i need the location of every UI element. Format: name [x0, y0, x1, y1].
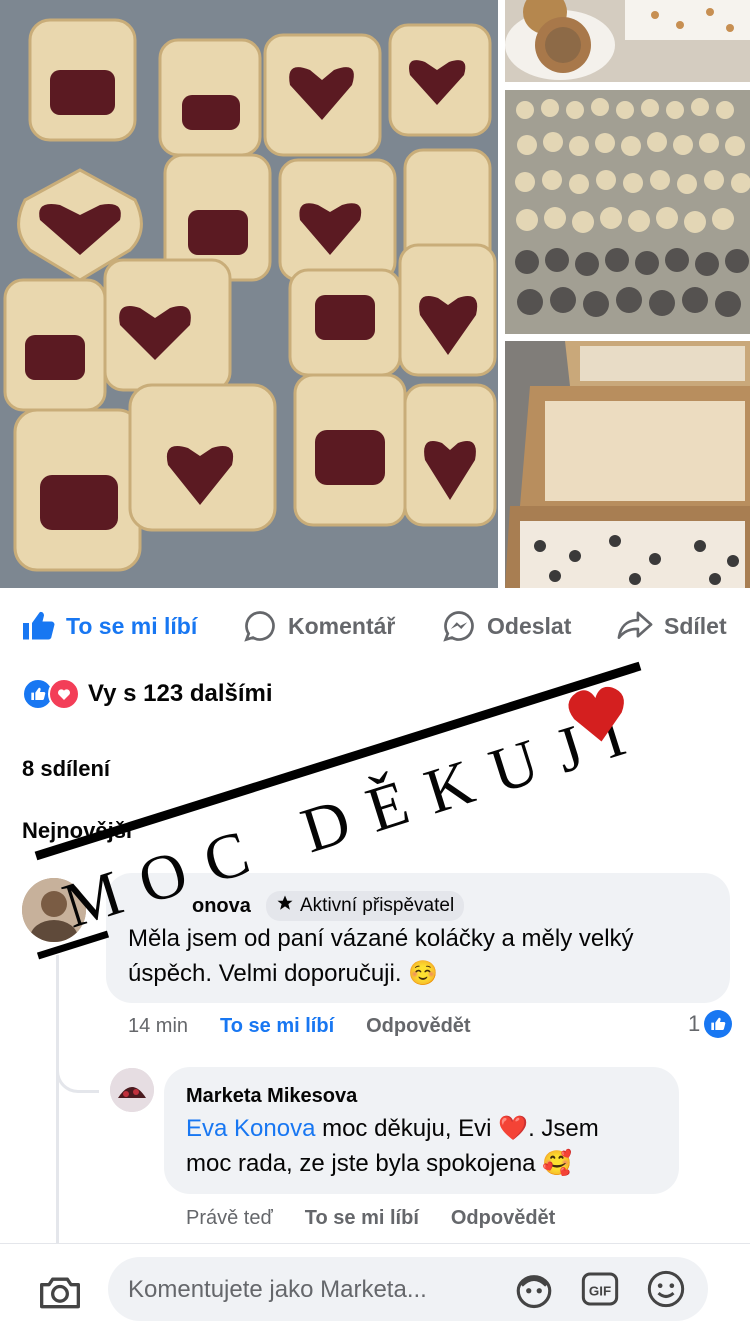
reply-text: Eva Konova moc děkuju, Evi ❤️. Jsem moc … — [186, 1111, 599, 1181]
comment-input-placeholder: Komentujete jako Marketa... — [128, 1276, 427, 1303]
like-reaction-icon — [704, 1010, 733, 1038]
tart-photo-icon — [505, 0, 750, 82]
shares-count[interactable]: 8 sdílení — [22, 756, 110, 782]
reply-reply-button[interactable]: Odpovědět — [451, 1207, 555, 1230]
reactions-summary[interactable]: Vy s 123 dalšími — [22, 678, 273, 710]
comment-reaction-count[interactable]: 1 — [688, 1010, 733, 1038]
reply-text-part-2: . Jsem — [528, 1115, 599, 1142]
comment-bubble: onova Aktivní přispěvatel Měla jsem od p… — [106, 873, 730, 1003]
comment-text-line-2-text: úspěch. Velmi doporučuji. — [128, 960, 402, 987]
like-button[interactable]: To se mi líbí — [20, 598, 197, 654]
like-button-label: To se mi líbí — [66, 612, 198, 639]
comment-text: Měla jsem od paní vázané koláčky a měly … — [128, 921, 634, 991]
thread-connector — [56, 1040, 99, 1093]
post-actions-bar: To se mi líbí Komentář Odeslat Sdílet — [0, 598, 750, 654]
svg-text:GIF: GIF — [589, 1284, 611, 1299]
reaction-icons — [22, 678, 80, 710]
reply-text-line-2-text: moc rada, ze jste byla spokojena — [186, 1150, 536, 1177]
cookie-boxes-photo[interactable] — [505, 341, 750, 588]
thumbs-up-icon — [20, 608, 56, 644]
comment-button-label: Komentář — [288, 612, 396, 639]
send-button-label: Odeslat — [487, 612, 572, 639]
mention-link[interactable]: Eva Konova — [186, 1115, 315, 1142]
red-heart-icon — [568, 686, 624, 742]
small-cakes-tray-photo-icon — [505, 90, 750, 334]
comment-time: 14 min — [128, 1015, 189, 1037]
comment-meta: 14 min To se mi líbí Odpovědět — [128, 1015, 471, 1038]
heart-emoji: ❤️ — [498, 1115, 529, 1142]
reactions-count-text: Vy s 123 dalšími — [88, 680, 273, 707]
reply-time: Právě teď — [186, 1207, 273, 1229]
smile-emoji: ☺️ — [408, 960, 439, 987]
reply-text-part: moc děkuju, Evi — [315, 1115, 499, 1142]
comment-bubble-icon — [242, 608, 278, 644]
share-button-label: Sdílet — [664, 612, 727, 639]
reply-like-button[interactable]: To se mi líbí — [305, 1207, 419, 1230]
star-icon — [276, 894, 294, 918]
comment-text-line: Měla jsem od paní vázané koláčky a měly … — [128, 925, 634, 952]
avatar-sticker-icon[interactable] — [513, 1269, 555, 1314]
avatar[interactable] — [110, 1068, 154, 1112]
reply-text-line: Eva Konova moc děkuju, Evi ❤️. Jsem — [186, 1111, 599, 1146]
emoji-icon[interactable] — [646, 1269, 686, 1314]
post-photos — [0, 0, 750, 588]
reply-author[interactable]: Marketa Mikesova — [186, 1085, 357, 1108]
main-photo[interactable] — [0, 0, 498, 588]
smiling-hearts-emoji: 🥰 — [542, 1150, 573, 1177]
comment-author[interactable]: onova — [192, 895, 251, 918]
send-button[interactable]: Odeslat — [441, 598, 571, 654]
comment-like-count: 1 — [688, 1011, 701, 1036]
small-cakes-photo[interactable] — [505, 90, 750, 334]
comment-text-line-2: úspěch. Velmi doporučuji. ☺️ — [128, 956, 634, 991]
avatar[interactable] — [22, 878, 86, 942]
share-button[interactable]: Sdílet — [616, 598, 727, 654]
share-arrow-icon — [616, 608, 654, 644]
comment-like-button[interactable]: To se mi líbí — [220, 1015, 334, 1038]
reply-meta: Právě teď To se mi líbí Odpovědět — [186, 1207, 555, 1230]
reply-text-line-2: moc rada, ze jste byla spokojena 🥰 — [186, 1146, 599, 1181]
status-badge: Aktivní přispěvatel — [266, 891, 465, 921]
comments-sort-dropdown[interactable]: Nejnovější — [22, 818, 132, 844]
comment-composer: Komentujete jako Marketa... GIF — [0, 1243, 750, 1334]
comment-reply-button[interactable]: Odpovědět — [366, 1015, 470, 1038]
comment-button[interactable]: Komentář — [242, 598, 395, 654]
reply-bubble: Marketa Mikesova Eva Konova moc děkuju, … — [164, 1067, 679, 1194]
messenger-icon — [441, 608, 477, 644]
badge-label: Aktivní přispěvatel — [300, 895, 455, 916]
boxes-of-cookies-photo-icon — [505, 341, 750, 588]
comment-input[interactable]: Komentujete jako Marketa... GIF — [108, 1257, 708, 1321]
tart-photo[interactable] — [505, 0, 750, 82]
thread-line — [56, 955, 59, 1245]
camera-icon[interactable] — [38, 1273, 82, 1316]
love-reaction-icon — [48, 678, 80, 710]
cookie-photo-icon — [0, 0, 498, 588]
gif-icon[interactable]: GIF — [580, 1270, 620, 1313]
